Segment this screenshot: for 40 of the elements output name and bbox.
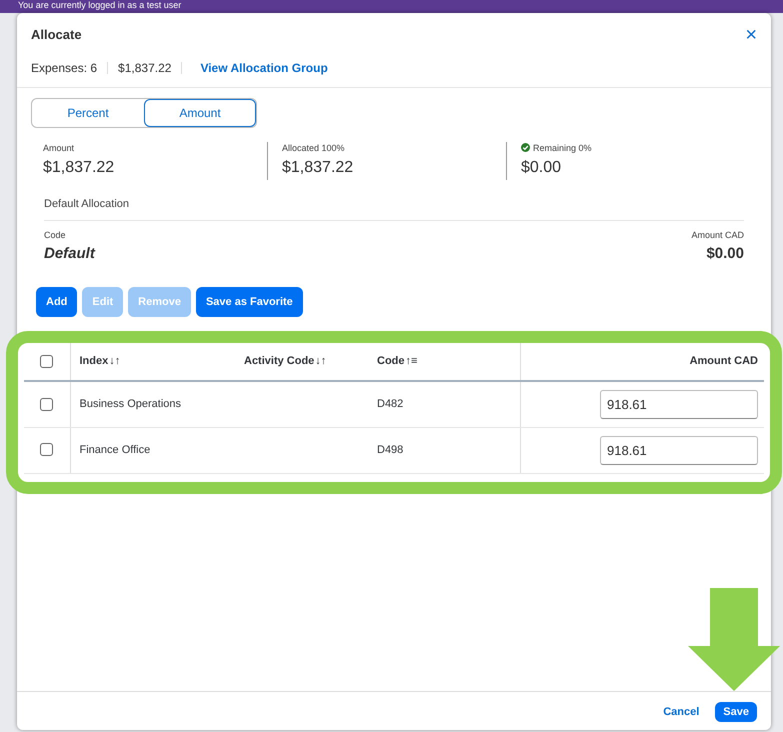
- action-button[interactable]: Add: [36, 287, 78, 317]
- select-all-checkbox[interactable]: [40, 354, 54, 368]
- close-button[interactable]: ×: [745, 25, 757, 45]
- cancel-button[interactable]: Cancel: [655, 702, 708, 722]
- stat-value: $0.00: [521, 158, 562, 178]
- table-cell: Business Operations: [80, 398, 181, 410]
- stat-label: Amount: [43, 143, 74, 153]
- column-header[interactable]: Code: [377, 355, 404, 368]
- column-header[interactable]: Amount CAD: [690, 355, 758, 368]
- sort-icon[interactable]: ↓↑: [315, 355, 326, 368]
- mode-tab[interactable]: Amount: [144, 99, 256, 127]
- code-label: Code: [44, 229, 67, 242]
- banner-text: You are currently logged in as a test user: [18, 0, 182, 11]
- default-amount: $0.00: [705, 244, 744, 264]
- sort-icon[interactable]: ↑≡: [406, 355, 418, 368]
- amount-field[interactable]: 918.61: [600, 436, 758, 464]
- dialog-title: Allocate: [31, 26, 82, 44]
- check-circle-icon: [521, 143, 530, 152]
- row-checkbox[interactable]: [40, 398, 54, 411]
- save-button[interactable]: Save: [715, 702, 757, 722]
- table-cell: D498: [377, 444, 404, 456]
- view-allocation-group-link[interactable]: View Allocation Group: [200, 59, 328, 77]
- total-amount: $1,837.22: [118, 60, 172, 77]
- action-button[interactable]: Save as Favorite: [196, 287, 303, 317]
- table-cell: D482: [377, 398, 404, 410]
- stat-value: $1,837.22: [43, 158, 116, 178]
- row-checkbox[interactable]: [40, 443, 54, 456]
- expense-count: Expenses: 6: [31, 60, 98, 77]
- stat-label: Allocated 100%: [282, 143, 345, 153]
- sort-icon[interactable]: ↓↑: [109, 355, 120, 368]
- column-header[interactable]: Activity Code: [244, 355, 314, 368]
- stat-value: $1,837.22: [282, 158, 354, 178]
- down-arrow-icon: [688, 588, 780, 691]
- column-header[interactable]: Index: [80, 355, 108, 368]
- default-code: Default: [44, 244, 95, 264]
- stat-label: Remaining 0%: [533, 143, 592, 153]
- table-cell: Finance Office: [80, 444, 150, 456]
- section-heading: Default Allocation: [44, 198, 129, 210]
- amount-field[interactable]: 918.61: [600, 390, 758, 419]
- amount-label: Amount CAD: [691, 229, 744, 242]
